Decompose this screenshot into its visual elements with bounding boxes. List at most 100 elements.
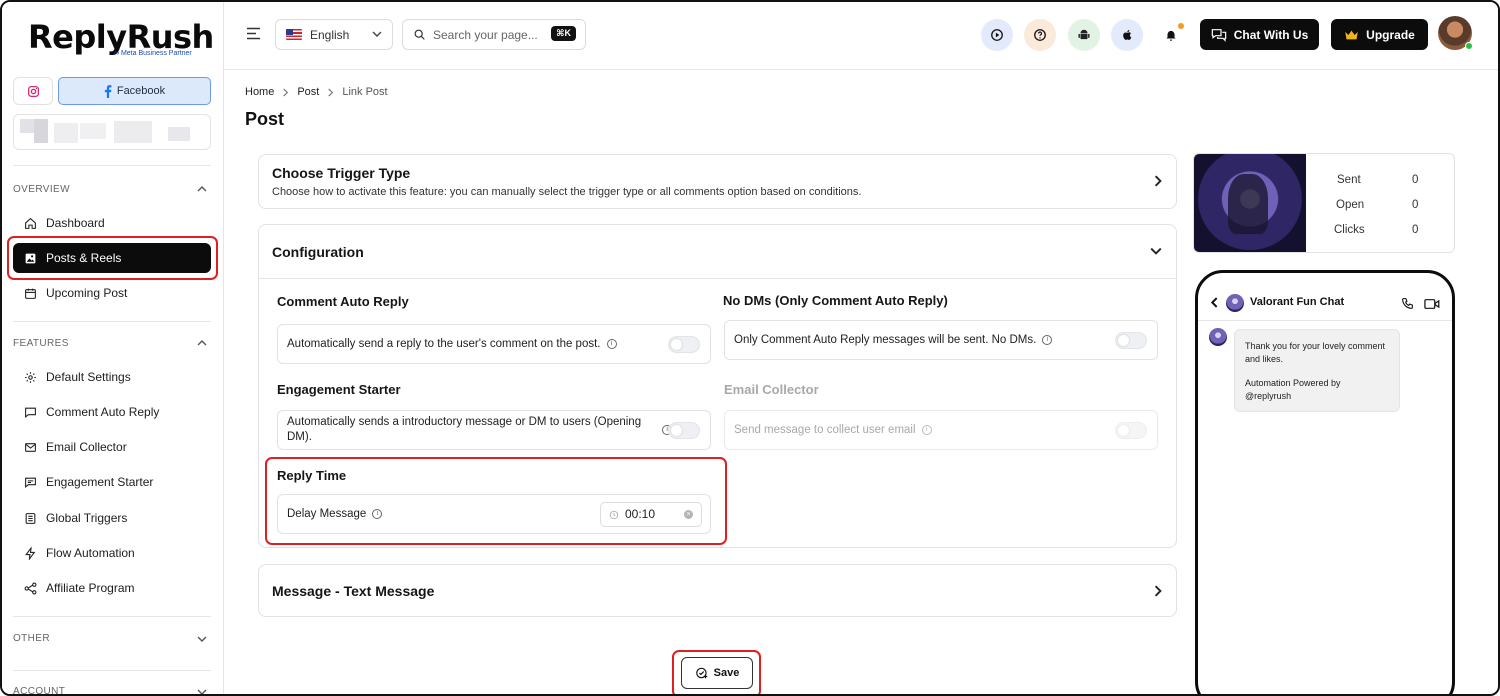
search-input[interactable]: Search your page... — [433, 28, 538, 42]
engagement-starter-field: Automatically sends a introductory messa… — [277, 410, 711, 450]
configuration-header[interactable]: Configuration — [259, 225, 1176, 278]
stat-label: Open — [1336, 199, 1365, 211]
us-flag-icon — [286, 29, 302, 40]
trigger-type-card[interactable]: Choose Trigger Type Choose how to activa… — [258, 154, 1177, 209]
sidebar-item-label: Engagement Starter — [46, 475, 154, 489]
sidebar-item-comment-auto-reply[interactable]: Comment Auto Reply — [13, 397, 211, 427]
chat-name: Valorant Fun Chat — [1250, 296, 1345, 308]
account-tabs: Facebook — [13, 77, 211, 105]
info-icon[interactable]: i — [606, 339, 617, 349]
chevron-up-icon[interactable] — [197, 339, 207, 347]
stat-value: 0 — [1412, 224, 1419, 236]
configuration-divider — [259, 278, 1176, 279]
video-tutorial-button[interactable] — [981, 19, 1013, 51]
chat-message-bubble: Thank you for your lovely comment and li… — [1234, 329, 1400, 412]
sidebar-item-engagement-starter[interactable]: Engagement Starter — [13, 467, 211, 497]
stat-sent: Sent 0 — [1324, 174, 1424, 186]
comment-auto-reply-text: Automatically send a reply to the user's… — [287, 337, 601, 350]
post-thumbnail[interactable] — [1194, 154, 1306, 252]
page-title: Post — [245, 109, 285, 129]
sidebar-item-upcoming-post[interactable]: Upcoming Post — [13, 278, 211, 308]
question-icon — [1034, 29, 1046, 41]
email-collector-toggle[interactable] — [1115, 422, 1147, 439]
no-dms-toggle[interactable] — [1115, 332, 1147, 349]
mail-icon — [25, 442, 36, 452]
chat-message-text: Thank you for your lovely comment and li… — [1245, 341, 1386, 364]
sidebar-divider — [13, 616, 211, 617]
brand-logo[interactable]: ReplyRush ∞ Meta Business Partner — [28, 18, 214, 57]
chat-header: Valorant Fun Chat — [1198, 287, 1452, 321]
sidebar-item-flow-automation[interactable]: Flow Automation — [13, 538, 211, 568]
stat-clicks: Clicks 0 — [1324, 224, 1424, 236]
sidebar-item-label: Comment Auto Reply — [46, 405, 160, 419]
no-dms-field: Only Comment Auto Reply messages will be… — [724, 320, 1158, 360]
section-other: OTHER — [13, 633, 50, 644]
trigger-type-header[interactable]: Choose Trigger Type Choose how to activa… — [259, 155, 1176, 208]
ios-app-button[interactable] — [1111, 19, 1143, 51]
chevron-up-icon[interactable] — [197, 185, 207, 193]
help-button[interactable] — [1024, 19, 1056, 51]
notifications-button[interactable] — [1155, 19, 1187, 51]
calendar-icon — [25, 288, 36, 299]
sidebar-item-label: Default Settings — [46, 370, 131, 384]
breadcrumb-current: Link Post — [342, 86, 388, 98]
message-card[interactable]: Message - Text Message — [258, 564, 1177, 617]
sender-avatar — [1209, 328, 1227, 346]
play-icon — [991, 29, 1003, 41]
info-icon[interactable]: i — [1042, 335, 1053, 345]
language-select[interactable]: English — [275, 19, 393, 50]
sidebar-item-affiliate-program[interactable]: Affiliate Program — [13, 573, 211, 603]
sidebar-item-default-settings[interactable]: Default Settings — [13, 362, 211, 392]
sidebar-item-label: Dashboard — [46, 216, 105, 230]
chat-with-us-label: Chat With Us — [1233, 27, 1309, 42]
chat-with-us-button[interactable]: Chat With Us — [1200, 19, 1319, 50]
no-dms-label: No DMs (Only Comment Auto Reply) — [723, 293, 948, 308]
info-icon[interactable]: i — [921, 425, 932, 435]
comment-auto-reply-toggle[interactable] — [668, 336, 700, 353]
sidebar-item-label: Affiliate Program — [46, 581, 135, 595]
back-arrow-icon[interactable] — [1211, 297, 1218, 308]
trigger-type-title: Choose Trigger Type — [272, 165, 411, 181]
sidebar: ReplyRush ∞ Meta Business Partner Facebo… — [2, 2, 224, 696]
upgrade-button[interactable]: Upgrade — [1331, 19, 1428, 50]
section-account: ACCOUNT — [13, 686, 66, 696]
share-icon — [24, 582, 37, 594]
sidebar-item-label: Flow Automation — [46, 546, 135, 560]
search-shortcut: ⌘K — [551, 26, 576, 41]
sidebar-item-label: Upcoming Post — [46, 286, 128, 300]
email-collector-label: Email Collector — [724, 382, 819, 397]
video-call-icon[interactable] — [1424, 298, 1440, 310]
highlight-save — [672, 650, 761, 694]
sidebar-item-email-collector[interactable]: Email Collector — [13, 432, 211, 462]
chevron-down-icon[interactable] — [197, 688, 207, 696]
user-avatar[interactable] — [1438, 16, 1473, 50]
sidebar-item-global-triggers[interactable]: Global Triggers — [13, 503, 211, 533]
breadcrumb-home[interactable]: Home — [245, 86, 274, 98]
sidebar-item-dashboard[interactable]: Dashboard — [13, 208, 211, 238]
list-icon — [25, 512, 36, 524]
trigger-type-subtitle: Choose how to activate this feature: you… — [272, 186, 862, 198]
online-status-dot — [1465, 42, 1473, 50]
facebook-tab[interactable]: Facebook — [58, 77, 211, 105]
chevron-down-icon — [372, 31, 382, 37]
search-icon — [414, 29, 425, 40]
menu-toggle-icon[interactable] — [246, 27, 261, 40]
upgrade-label: Upgrade — [1366, 27, 1415, 42]
engagement-starter-toggle[interactable] — [668, 422, 700, 439]
breadcrumb-post[interactable]: Post — [297, 86, 319, 98]
engagement-starter-text: Automatically sends a introductory messa… — [287, 416, 642, 443]
chevron-down-icon[interactable] — [197, 635, 207, 643]
search-bar[interactable]: Search your page... ⌘K — [402, 19, 586, 50]
highlight-reply-time — [265, 457, 727, 545]
section-features: FEATURES — [13, 338, 69, 349]
message-header[interactable]: Message - Text Message — [259, 565, 1176, 618]
notification-dot — [1178, 23, 1184, 29]
phone-icon[interactable] — [1401, 297, 1414, 310]
android-app-button[interactable] — [1068, 19, 1100, 51]
stat-value: 0 — [1412, 199, 1419, 211]
account-selector[interactable] — [13, 114, 211, 150]
sidebar-divider — [13, 165, 211, 166]
stat-value: 0 — [1412, 174, 1419, 186]
chevron-right-icon — [1154, 175, 1162, 187]
instagram-tab[interactable] — [13, 77, 53, 105]
